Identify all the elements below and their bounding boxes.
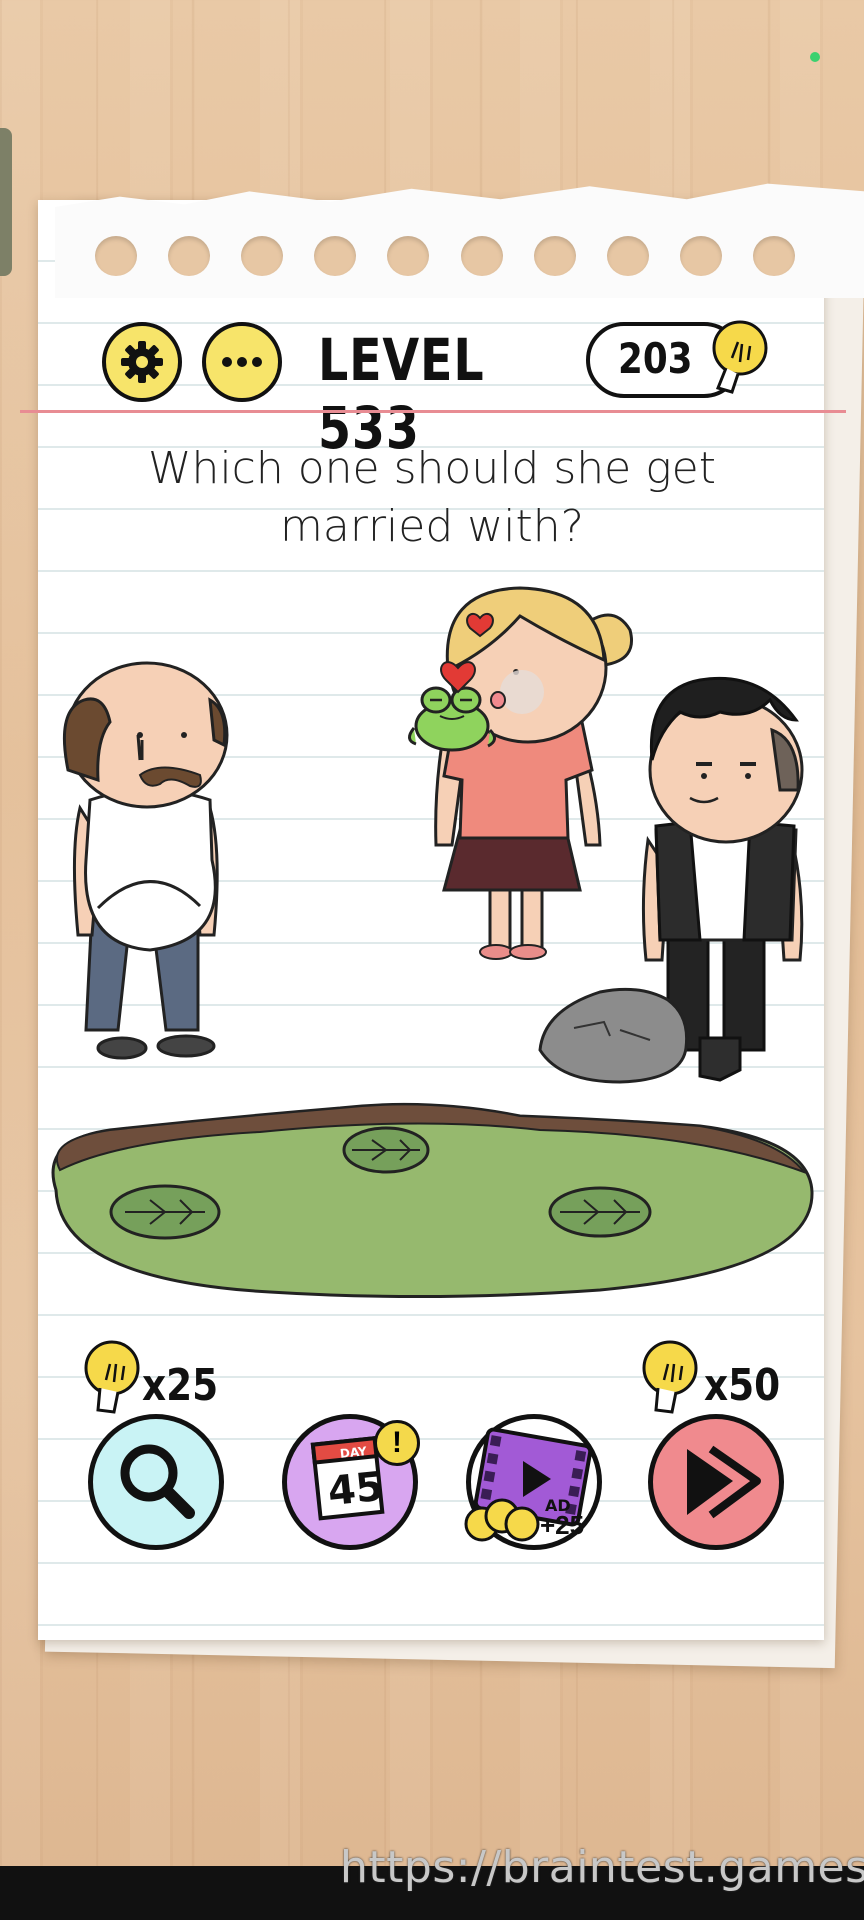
margin-line xyxy=(20,410,846,413)
old-man-character[interactable] xyxy=(62,661,229,1060)
hint-cost-lightbulb-icon xyxy=(84,1340,140,1414)
side-drawer-handle[interactable] xyxy=(0,128,12,276)
daily-day-number: 45 xyxy=(326,1464,386,1516)
settings-button[interactable] xyxy=(102,322,182,402)
lightbulb-icon xyxy=(712,320,768,394)
level-title: LEVEL 533 xyxy=(318,326,485,462)
question-text: Which one should she get married with? xyxy=(148,443,716,552)
menu-button[interactable] xyxy=(202,322,282,402)
more-dots-icon xyxy=(222,357,262,367)
magnifier-icon xyxy=(120,1444,195,1519)
girl-character[interactable] xyxy=(434,586,633,960)
reward-bulbs-icon xyxy=(464,1498,540,1542)
binder-holes xyxy=(95,236,795,276)
ad-reward-label: +25 xyxy=(540,1510,585,1540)
fast-forward-icon xyxy=(687,1445,761,1519)
hint-search-button[interactable] xyxy=(88,1414,224,1550)
daily-notification-badge: ! xyxy=(374,1420,420,1466)
skip-level-button[interactable] xyxy=(648,1414,784,1550)
puzzle-scene xyxy=(51,586,814,1299)
status-indicator xyxy=(810,52,820,62)
hint-count: 203 xyxy=(618,334,693,383)
skip-cost-lightbulb-icon xyxy=(642,1340,698,1414)
website-url[interactable]: https://braintest.games xyxy=(340,1842,864,1893)
skip-cost-label: x50 xyxy=(704,1360,781,1411)
hint-cost-label: x25 xyxy=(142,1360,219,1411)
rock[interactable] xyxy=(538,987,689,1084)
daily-day-label: DAY xyxy=(339,1444,367,1461)
gear-icon xyxy=(121,341,163,383)
